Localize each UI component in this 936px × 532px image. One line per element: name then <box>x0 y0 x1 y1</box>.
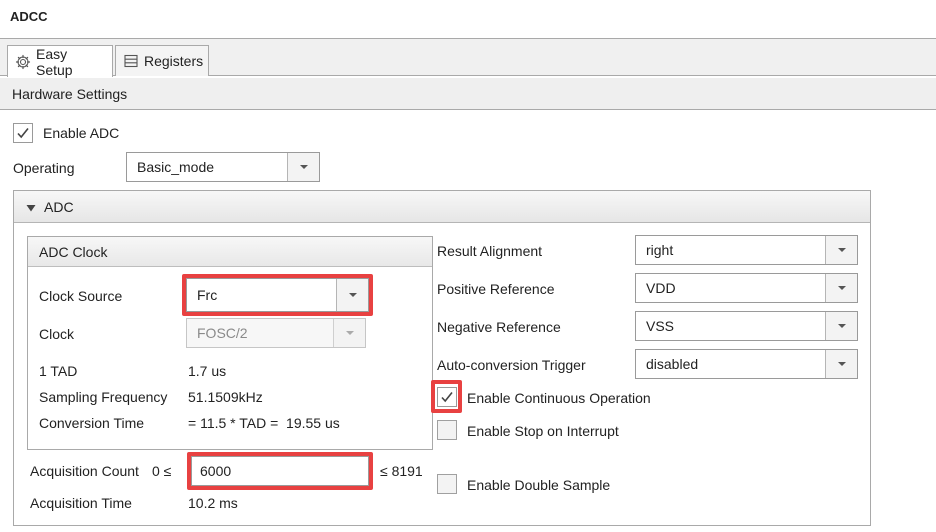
adc-clock-header: ADC Clock <box>28 237 432 267</box>
chevron-down-icon <box>333 319 365 347</box>
auto-conversion-trigger-value: disabled <box>646 356 699 372</box>
adc-panel-header[interactable]: ADC <box>14 191 870 223</box>
chevron-down-icon[interactable] <box>825 312 857 340</box>
gear-icon <box>15 54 31 70</box>
adc-clock-title: ADC Clock <box>39 243 108 260</box>
chevron-down-icon[interactable] <box>825 274 857 302</box>
conversion-time-value: = 11.5 * TAD = 19.55 us <box>188 415 340 431</box>
hardware-settings-header: Hardware Settings <box>0 78 936 110</box>
conversion-time-label: Conversion Time <box>39 415 145 431</box>
operating-select[interactable]: Basic_mode <box>126 152 320 182</box>
acquisition-count-max: ≤ 8191 <box>380 463 423 479</box>
auto-conversion-trigger-label: Auto-conversion Trigger <box>437 357 586 373</box>
sampling-frequency-value: 51.1509kHz <box>188 389 263 405</box>
negative-reference-label: Negative Reference <box>437 319 561 335</box>
adc-panel-label: ADC <box>44 198 74 215</box>
enable-adc-label: Enable ADC <box>43 125 120 141</box>
negative-reference-select[interactable]: VSS <box>635 311 858 341</box>
operating-label: Operating <box>13 160 75 176</box>
clock-source-value: Frc <box>197 287 218 303</box>
clock-label: Clock <box>39 326 75 342</box>
clock-select: FOSC/2 <box>186 318 366 348</box>
positive-reference-select[interactable]: VDD <box>635 273 858 303</box>
page-title: ADCC <box>10 9 48 24</box>
checkmark-icon <box>441 392 453 403</box>
clock-source-select[interactable]: Frc <box>186 278 369 312</box>
result-alignment-select[interactable]: right <box>635 235 858 265</box>
collapse-arrow-icon <box>26 199 36 215</box>
double-sample-checkbox[interactable] <box>437 474 457 494</box>
checkmark-icon <box>17 128 29 139</box>
acquisition-count-min: 0 ≤ <box>152 463 172 479</box>
double-sample-label: Enable Double Sample <box>467 477 611 493</box>
tab-easy-setup[interactable]: Easy Setup <box>7 45 113 78</box>
registers-icon <box>123 53 139 69</box>
result-alignment-label: Result Alignment <box>437 243 543 259</box>
acquisition-count-input[interactable]: 6000 <box>191 456 369 486</box>
tab-registers-label: Registers <box>144 53 204 69</box>
chevron-down-icon[interactable] <box>825 350 857 378</box>
negative-reference-value: VSS <box>646 318 675 334</box>
clock-value: FOSC/2 <box>197 325 248 341</box>
acquisition-count-label: Acquisition Count <box>30 463 139 479</box>
acquisition-time-value: 10.2 ms <box>188 495 238 511</box>
stop-on-interrupt-checkbox[interactable] <box>437 420 457 440</box>
sampling-frequency-label: Sampling Frequency <box>39 389 168 405</box>
positive-reference-value: VDD <box>646 280 676 296</box>
result-alignment-value: right <box>646 242 674 258</box>
continuous-operation-checkbox[interactable] <box>437 387 457 407</box>
chevron-down-icon[interactable] <box>336 279 368 311</box>
chevron-down-icon[interactable] <box>825 236 857 264</box>
tab-easy-setup-label: Easy Setup <box>36 45 73 78</box>
tad-value: 1.7 us <box>188 363 227 379</box>
auto-conversion-trigger-select[interactable]: disabled <box>635 349 858 379</box>
clock-source-label: Clock Source <box>39 288 123 304</box>
stop-on-interrupt-label: Enable Stop on Interrupt <box>467 423 619 439</box>
operating-select-value: Basic_mode <box>137 159 215 175</box>
continuous-operation-label: Enable Continuous Operation <box>467 390 651 406</box>
acquisition-count-value: 6000 <box>200 463 232 479</box>
chevron-down-icon[interactable] <box>287 153 319 181</box>
tab-registers[interactable]: Registers <box>115 45 209 76</box>
enable-adc-checkbox[interactable] <box>13 123 33 143</box>
acquisition-time-label: Acquisition Time <box>30 495 132 511</box>
tad-label: 1 TAD <box>39 363 78 379</box>
hardware-settings-label: Hardware Settings <box>12 85 128 102</box>
positive-reference-label: Positive Reference <box>437 281 555 297</box>
